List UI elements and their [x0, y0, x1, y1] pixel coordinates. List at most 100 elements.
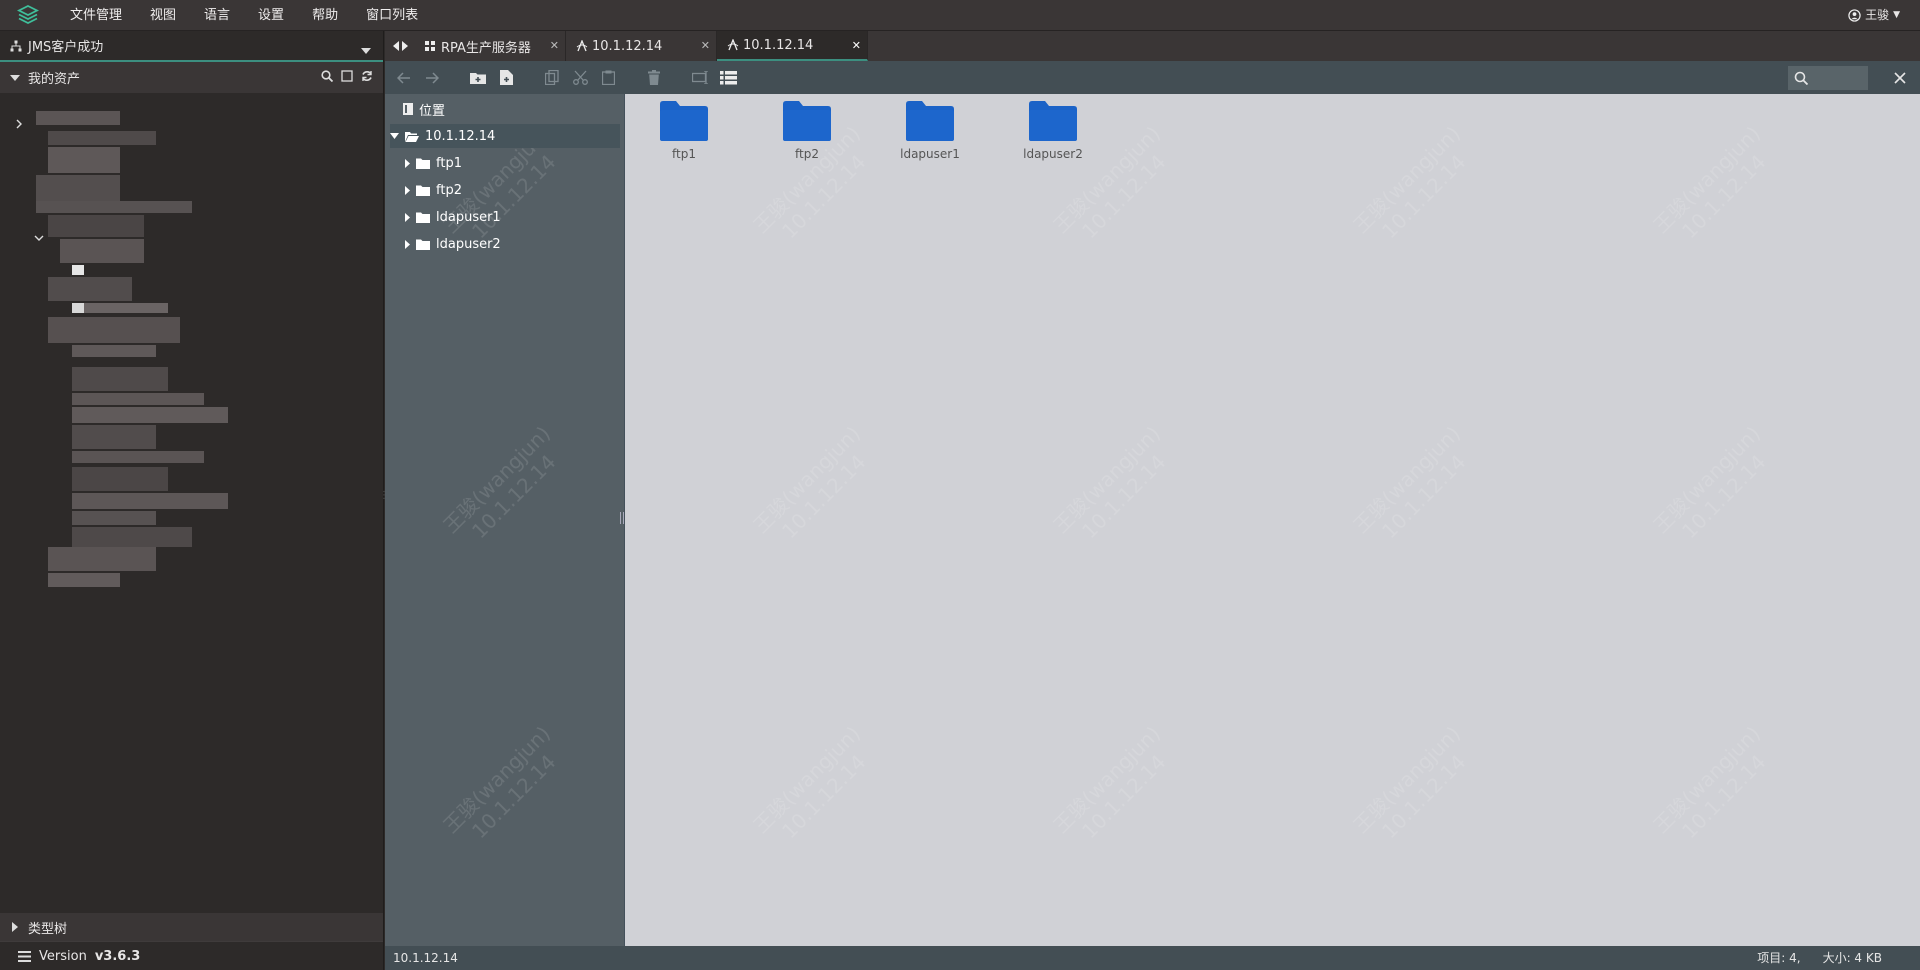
menu-window-list[interactable]: 窗口列表 — [352, 0, 432, 31]
watermark: 王骏(wangjun) 10.1.12.14 — [1348, 421, 1471, 544]
tree-node-ftp1[interactable]: ftp1 — [405, 151, 462, 175]
chevron-down-icon[interactable] — [361, 43, 371, 58]
folder-label: ldapuser2 — [1023, 147, 1083, 161]
close-icon[interactable]: ✕ — [550, 39, 559, 52]
folder-open-icon — [405, 131, 419, 142]
search-input[interactable] — [1788, 65, 1868, 90]
watermark: 王骏(wangjun) 10.1.12.14 — [1648, 421, 1771, 544]
close-icon[interactable]: ✕ — [701, 39, 710, 52]
tree-node-ldapuser2[interactable]: ldapuser2 — [405, 232, 501, 256]
watermark: 王骏(wangjun) 10.1.12.14 — [438, 421, 561, 544]
folder-label: ftp2 — [795, 147, 819, 161]
tab-sftp-1[interactable]: 10.1.12.14 ✕ — [566, 31, 717, 61]
tree-location[interactable]: 位置 — [403, 97, 445, 121]
caret-right-icon — [405, 185, 410, 195]
tree-node-label: ftp1 — [436, 155, 462, 171]
file-toolbar — [385, 61, 1920, 94]
list-icon — [18, 950, 31, 962]
type-tree-header[interactable]: 类型树 — [0, 913, 383, 941]
menu-file-manage[interactable]: 文件管理 — [56, 0, 136, 31]
status-bar: 10.1.12.14 项目: 4, 大小: 4 KB — [385, 946, 1920, 970]
caret-right-icon — [12, 922, 18, 932]
copy-icon[interactable] — [543, 69, 561, 87]
chevron-down-icon: ▼ — [1893, 10, 1900, 20]
user-name: 王骏 — [1865, 8, 1890, 22]
tree-root-node[interactable]: 10.1.12.14 — [390, 124, 620, 148]
sitemap-icon — [10, 40, 22, 51]
caret-left-icon[interactable] — [392, 41, 399, 51]
caret-right-icon[interactable] — [401, 41, 408, 51]
tab-sftp-2[interactable]: 10.1.12.14 ✕ — [717, 31, 868, 61]
tree-node-label: ldapuser1 — [436, 209, 501, 225]
close-icon[interactable] — [1894, 71, 1906, 84]
asset-tree — [0, 95, 383, 905]
menu-settings[interactable]: 设置 — [244, 0, 298, 31]
new-file-icon[interactable] — [497, 69, 515, 87]
search-icon — [1794, 71, 1808, 85]
watermark: 王骏(wangjun) 10.1.12.14 — [1348, 121, 1471, 244]
caret-right-icon — [405, 158, 410, 168]
caret-down-icon — [390, 133, 399, 139]
close-icon[interactable]: ✕ — [852, 39, 861, 52]
watermark: 王骏(wangjun) 10.1.12.14 — [748, 721, 871, 844]
folder-icon — [416, 212, 430, 223]
app-logo-icon — [0, 0, 56, 31]
menu-view[interactable]: 视图 — [136, 0, 190, 31]
folder-icon — [1029, 101, 1077, 141]
chevron-down-icon[interactable] — [34, 235, 44, 241]
tab-scroll-arrows[interactable] — [385, 31, 415, 61]
watermark: 王骏(wangjun) 10.1.12.14 — [1648, 121, 1771, 244]
folder-icon — [783, 101, 831, 141]
watermark: 王骏(wangjun) 10.1.12.14 — [1648, 721, 1771, 844]
search-icon[interactable] — [321, 70, 333, 82]
caret-right-icon — [405, 239, 410, 249]
folder-icon — [416, 239, 430, 250]
version-value: v3.6.3 — [94, 948, 141, 964]
list-view-icon[interactable] — [719, 69, 737, 87]
tree-node-label: ftp2 — [436, 182, 462, 198]
folder-icon — [416, 185, 430, 196]
forward-icon[interactable] — [423, 69, 441, 87]
folder-icon — [660, 101, 708, 141]
item-count: 项目: 4, — [1757, 951, 1801, 965]
type-tree-title: 类型树 — [28, 921, 68, 937]
watermark: 王骏(wangjun) 10.1.12.14 — [1348, 721, 1471, 844]
connection-status-text: JMS客户成功 — [28, 40, 104, 55]
delete-icon[interactable] — [645, 69, 663, 87]
watermark: 王骏(wangjun) 10.1.12.14 — [1048, 721, 1171, 844]
tree-node-ldapuser1[interactable]: ldapuser1 — [405, 205, 501, 229]
connection-status-bar[interactable]: JMS客户成功 — [0, 31, 383, 62]
sftp-icon — [576, 40, 588, 52]
sftp-icon — [727, 39, 739, 51]
folder-item-ldapuser1[interactable]: ldapuser1 — [885, 101, 975, 161]
tab-rpa-server[interactable]: RPA生产服务器 ✕ — [415, 31, 566, 61]
watermark: 王骏(wangjun) 10.1.12.14 — [748, 421, 871, 544]
tree-resize-handle[interactable] — [620, 512, 624, 524]
bookmark-icon — [403, 103, 413, 115]
menu-help[interactable]: 帮助 — [298, 0, 352, 31]
directory-tree-panel: 王骏(wangjun) 10.1.12.14 王骏(wangjun) 10.1.12… — [385, 94, 625, 946]
grid-icon — [425, 41, 435, 51]
chevron-right-icon[interactable] — [16, 119, 22, 129]
rename-icon[interactable] — [691, 69, 709, 87]
tree-node-ftp2[interactable]: ftp2 — [405, 178, 462, 202]
left-panel: JMS客户成功 我的资产 类型树 Version v3.6.3 — [0, 31, 384, 970]
folder-label: ldapuser1 — [900, 147, 960, 161]
folder-item-ftp1[interactable]: ftp1 — [639, 101, 729, 161]
tab-bar: RPA生产服务器 ✕ 10.1.12.14 ✕ 10.1.12.14 ✕ — [385, 31, 1920, 61]
folder-item-ldapuser2[interactable]: ldapuser2 — [1008, 101, 1098, 161]
my-assets-header[interactable]: 我的资产 — [0, 62, 383, 93]
file-content-area: 王骏(wangjun) 10.1.12.14 王骏(wangjun) 10.1.12… — [625, 94, 1920, 946]
refresh-icon[interactable] — [361, 70, 373, 82]
cut-icon[interactable] — [571, 69, 589, 87]
back-icon[interactable] — [395, 69, 413, 87]
new-folder-icon[interactable] — [469, 69, 487, 87]
current-path: 10.1.12.14 — [393, 951, 458, 965]
menu-language[interactable]: 语言 — [190, 0, 244, 31]
collapse-icon[interactable] — [341, 70, 353, 82]
paste-icon[interactable] — [599, 69, 617, 87]
folder-item-ftp2[interactable]: ftp2 — [762, 101, 852, 161]
folder-icon — [906, 101, 954, 141]
panel-splitter-handle[interactable]: ⋮ — [379, 490, 389, 504]
user-menu[interactable]: 王骏 ▼ — [1848, 0, 1900, 31]
